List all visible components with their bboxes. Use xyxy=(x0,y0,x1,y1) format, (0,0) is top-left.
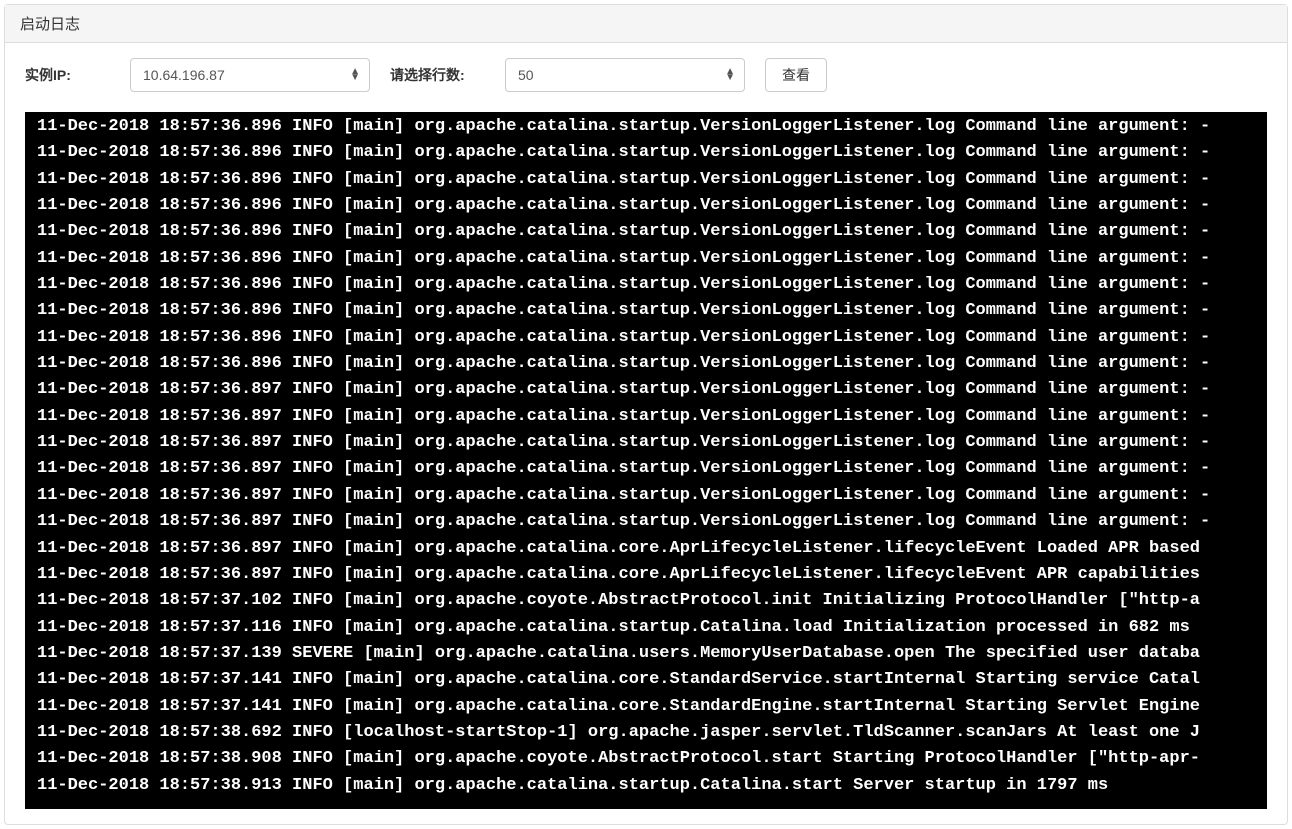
log-line: 11-Dec-2018 18:57:36.897 INFO [main] org… xyxy=(25,483,1267,509)
log-line: 11-Dec-2018 18:57:36.897 INFO [main] org… xyxy=(25,509,1267,535)
instance-ip-group: 实例IP: 10.64.196.87 ▲▼ xyxy=(25,58,370,92)
log-line: 11-Dec-2018 18:57:37.141 INFO [main] org… xyxy=(25,667,1267,693)
filter-form: 实例IP: 10.64.196.87 ▲▼ 请选择行数: 50 xyxy=(25,58,1267,92)
log-line: 11-Dec-2018 18:57:36.897 INFO [main] org… xyxy=(25,456,1267,482)
log-line: 11-Dec-2018 18:57:36.897 INFO [main] org… xyxy=(25,562,1267,588)
lines-select-wrapper: 50 ▲▼ xyxy=(505,58,745,92)
log-line: 11-Dec-2018 18:57:38.913 INFO [main] org… xyxy=(25,773,1267,799)
log-line: 11-Dec-2018 18:57:36.896 INFO [main] org… xyxy=(25,114,1267,140)
panel-body: 实例IP: 10.64.196.87 ▲▼ 请选择行数: 50 xyxy=(5,43,1287,824)
lines-select[interactable]: 50 xyxy=(505,58,745,92)
log-line: 11-Dec-2018 18:57:38.908 INFO [main] org… xyxy=(25,746,1267,772)
log-line: 11-Dec-2018 18:57:36.897 INFO [main] org… xyxy=(25,404,1267,430)
log-line: 11-Dec-2018 18:57:37.102 INFO [main] org… xyxy=(25,588,1267,614)
log-scroll-wrapper[interactable]: 11-Dec-2018 18:57:36.896 INFO [main] org… xyxy=(25,112,1267,809)
lines-label: 请选择行数: xyxy=(390,65,490,85)
log-line: 11-Dec-2018 18:57:36.896 INFO [main] org… xyxy=(25,167,1267,193)
log-line: 11-Dec-2018 18:57:37.141 INFO [main] org… xyxy=(25,694,1267,720)
log-line: 11-Dec-2018 18:57:36.897 INFO [main] org… xyxy=(25,536,1267,562)
instance-ip-select-wrapper: 10.64.196.87 ▲▼ xyxy=(130,58,370,92)
log-panel: 启动日志 实例IP: 10.64.196.87 ▲▼ 请选择行数: 50 xyxy=(4,4,1288,825)
view-button[interactable]: 查看 xyxy=(765,58,827,92)
log-line: 11-Dec-2018 18:57:36.896 INFO [main] org… xyxy=(25,325,1267,351)
log-line: 11-Dec-2018 18:57:36.896 INFO [main] org… xyxy=(25,351,1267,377)
log-line: 11-Dec-2018 18:57:36.896 INFO [main] org… xyxy=(25,140,1267,166)
log-line: 11-Dec-2018 18:57:36.896 INFO [main] org… xyxy=(25,193,1267,219)
log-line: 11-Dec-2018 18:57:36.897 INFO [main] org… xyxy=(25,430,1267,456)
log-line: 11-Dec-2018 18:57:36.896 INFO [main] org… xyxy=(25,219,1267,245)
instance-ip-label: 实例IP: xyxy=(25,65,115,85)
log-line: 11-Dec-2018 18:57:36.897 INFO [main] org… xyxy=(25,377,1267,403)
log-line: 11-Dec-2018 18:57:37.116 INFO [main] org… xyxy=(25,615,1267,641)
log-line: 11-Dec-2018 18:57:36.896 INFO [main] org… xyxy=(25,272,1267,298)
log-line: 11-Dec-2018 18:57:38.692 INFO [localhost… xyxy=(25,720,1267,746)
log-line: 11-Dec-2018 18:57:36.896 INFO [main] org… xyxy=(25,246,1267,272)
lines-group: 请选择行数: 50 ▲▼ xyxy=(390,58,745,92)
log-output: 11-Dec-2018 18:57:36.896 INFO [main] org… xyxy=(25,112,1267,809)
panel-title: 启动日志 xyxy=(5,5,1287,43)
instance-ip-select[interactable]: 10.64.196.87 xyxy=(130,58,370,92)
log-line: 11-Dec-2018 18:57:36.896 INFO [main] org… xyxy=(25,298,1267,324)
log-line: 11-Dec-2018 18:57:37.139 SEVERE [main] o… xyxy=(25,641,1267,667)
